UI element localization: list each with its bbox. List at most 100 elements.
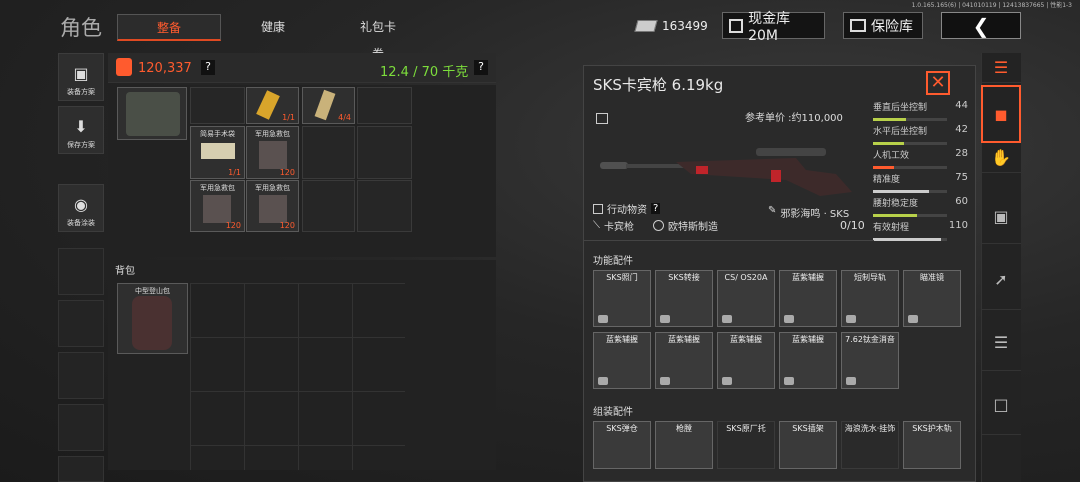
money-value: 163499 bbox=[662, 19, 708, 33]
attachment-slot[interactable]: 海浪洗水·挂饰 bbox=[841, 421, 899, 469]
attachment-slot[interactable]: SKS照门 bbox=[593, 270, 651, 327]
attachment-label: SKS转接 bbox=[668, 273, 700, 282]
attachment-label: 蓝紫辅握 bbox=[668, 335, 700, 344]
empty-slot[interactable] bbox=[58, 352, 104, 399]
rifle-icon: ⟍ bbox=[593, 220, 600, 231]
safe-button[interactable]: 保险库 bbox=[843, 12, 923, 39]
attachment-slot[interactable]: SKS转接 bbox=[655, 270, 713, 327]
empty-slot[interactable] bbox=[58, 404, 104, 451]
equip-skin-button[interactable]: ◉ 装备涂装 bbox=[58, 184, 104, 232]
attachment-slot[interactable]: SKS护木轨 bbox=[903, 421, 961, 469]
bag-icon[interactable]: ▣ bbox=[981, 190, 1021, 244]
flare-icon bbox=[256, 90, 280, 120]
cash-vault-button[interactable]: 现金库 20M bbox=[722, 11, 825, 44]
item-count: 120 bbox=[225, 221, 241, 230]
inventory-item[interactable]: 军用急救包 120 bbox=[190, 180, 245, 232]
money-display: 163499 bbox=[630, 13, 714, 39]
version-text: 1.0.165.165(6) | 041010119 | 12413837665… bbox=[911, 2, 1072, 9]
attachment-label: 蓝紫辅握 bbox=[730, 335, 762, 344]
chest-rig-item[interactable] bbox=[117, 87, 187, 140]
item-label: 军用急救包 bbox=[255, 184, 290, 192]
stack-icon[interactable]: ☰ bbox=[981, 53, 1021, 83]
backpack-grid[interactable] bbox=[190, 283, 405, 470]
layers-icon[interactable]: ◼ bbox=[981, 85, 1021, 143]
stat-fill bbox=[873, 238, 942, 241]
stat-fill bbox=[873, 190, 929, 193]
attachment-slot[interactable]: 蓝紫辅握 bbox=[779, 332, 837, 389]
money-icon bbox=[634, 20, 658, 32]
weight-help-icon[interactable]: ? bbox=[474, 60, 488, 75]
stat-fill bbox=[873, 166, 894, 169]
inventory-item[interactable]: 简易手术袋 1/1 bbox=[190, 126, 245, 179]
page-title: 角色 bbox=[60, 16, 102, 40]
attachment-slot[interactable]: 蓝紫辅握 bbox=[779, 270, 837, 327]
back-button[interactable]: ❮ bbox=[941, 12, 1021, 39]
attachment-box-icon bbox=[660, 315, 670, 323]
empty-slot[interactable] bbox=[190, 87, 245, 124]
attachment-box-icon bbox=[722, 315, 732, 323]
inventory-item[interactable]: 军用急救包 120 bbox=[246, 126, 299, 179]
attachment-slot[interactable]: SKS弹仓 bbox=[593, 421, 651, 469]
attachment-slot[interactable]: CS/ OS20A bbox=[717, 270, 775, 327]
attachment-slot[interactable]: SKS插架 bbox=[779, 421, 837, 469]
empty-slot[interactable] bbox=[58, 248, 104, 295]
stat-value: 75 bbox=[955, 172, 968, 183]
skin-tag[interactable]: ✎ 邪影海鸣 · SKS bbox=[768, 205, 849, 220]
attachment-label: SKS原厂托 bbox=[726, 424, 766, 433]
save-plan-button[interactable]: ⬇ 保存方案 bbox=[58, 106, 104, 154]
stat-row: 有效射程 110 bbox=[871, 218, 972, 245]
share-icon[interactable] bbox=[596, 113, 608, 124]
attachment-slot[interactable]: 短制导轨 bbox=[841, 270, 899, 327]
attachment-box-icon bbox=[908, 315, 918, 323]
inventory-item[interactable]: 4/4 bbox=[302, 87, 355, 124]
close-icon[interactable]: ✕ bbox=[926, 71, 950, 95]
surgery-kit-icon bbox=[201, 143, 235, 159]
inventory-item[interactable]: 1/1 bbox=[246, 87, 299, 124]
syringe-icon[interactable]: ➚ bbox=[981, 250, 1021, 310]
attachment-box-icon bbox=[846, 377, 856, 385]
tab-equip[interactable]: 整备 bbox=[117, 14, 221, 41]
item-count: 1/1 bbox=[228, 168, 241, 177]
attachment-label: 短制导轨 bbox=[854, 273, 886, 282]
value-help-icon[interactable]: ? bbox=[201, 60, 215, 75]
tag-help-icon[interactable]: ? bbox=[651, 203, 661, 214]
ammo-icon[interactable]: ☰ bbox=[981, 315, 1021, 371]
empty-slot[interactable] bbox=[58, 456, 104, 482]
backpack-item[interactable]: 中型登山包 bbox=[117, 283, 188, 354]
attachment-slot[interactable]: 枪膛 bbox=[655, 421, 713, 469]
tab-health[interactable]: 健康 bbox=[238, 14, 308, 41]
attachment-slot[interactable]: 蓝紫辅握 bbox=[717, 332, 775, 389]
loadout-plan-button[interactable]: ▣ 装备方案 bbox=[58, 53, 104, 101]
empty-slot[interactable] bbox=[357, 180, 412, 232]
attachment-slot[interactable]: 瞄准镜 bbox=[903, 270, 961, 327]
empty-slot[interactable] bbox=[357, 87, 412, 124]
attachment-slot[interactable]: 蓝紫辅握 bbox=[655, 332, 713, 389]
hand-icon[interactable]: ✋ bbox=[981, 143, 1021, 173]
stat-value: 44 bbox=[955, 100, 968, 111]
inventory-item[interactable]: 军用急救包 120 bbox=[246, 180, 299, 232]
item-count: 120 bbox=[279, 168, 295, 177]
medkit-icon bbox=[259, 195, 287, 223]
attachment-slot[interactable]: 蓝紫辅握 bbox=[593, 332, 651, 389]
stat-row: 水平后坐控制 42 bbox=[871, 122, 972, 149]
box-icon[interactable]: □ bbox=[981, 375, 1021, 435]
weight-display: 12.4 / 70 千克 bbox=[380, 65, 469, 80]
stat-name: 人机工效 bbox=[873, 151, 910, 161]
attachment-label: SKS弹仓 bbox=[606, 424, 638, 433]
empty-slot[interactable] bbox=[357, 126, 412, 179]
item-label: 军用急救包 bbox=[200, 184, 235, 192]
tab-gift[interactable]: 礼包卡券 bbox=[342, 14, 414, 61]
skin-count: 0/10 bbox=[840, 219, 865, 232]
attachment-label: 枪膛 bbox=[676, 424, 692, 433]
box-icon bbox=[593, 203, 603, 214]
attachment-label: 蓝紫辅握 bbox=[792, 335, 824, 344]
item-label: 军用急救包 bbox=[255, 130, 290, 138]
divider bbox=[584, 240, 874, 241]
empty-slot[interactable] bbox=[302, 126, 355, 179]
stat-bar bbox=[873, 214, 947, 217]
empty-slot[interactable] bbox=[58, 300, 104, 347]
attachment-slot[interactable]: 7.62钛金消音 bbox=[841, 332, 899, 389]
stat-value: 28 bbox=[955, 148, 968, 159]
attachment-slot[interactable]: SKS原厂托 bbox=[717, 421, 775, 469]
empty-slot[interactable] bbox=[302, 180, 355, 232]
